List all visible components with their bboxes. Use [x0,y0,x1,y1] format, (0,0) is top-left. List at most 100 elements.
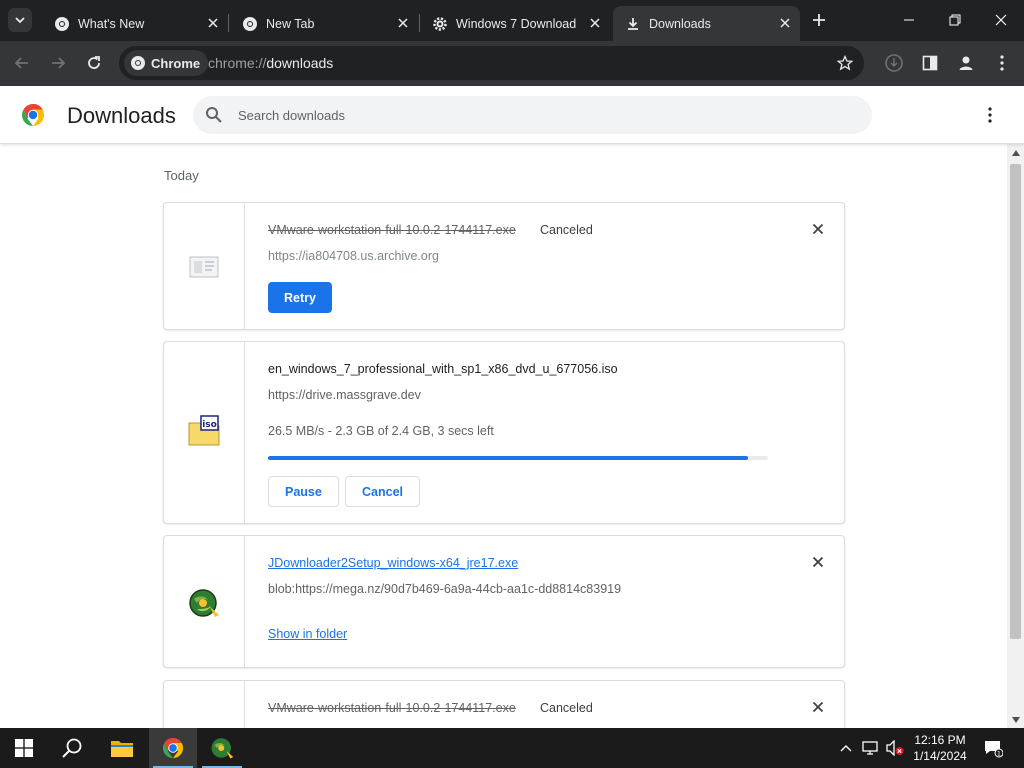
restore-button[interactable] [932,0,978,40]
arrow-left-icon [14,57,28,69]
cancel-button[interactable]: Cancel [345,476,420,507]
file-name: VMware-workstation-full-10.0.2-1744117.e… [268,223,516,237]
page-scrollbar[interactable] [1007,144,1024,728]
bookmark-star-button[interactable] [836,54,854,72]
download-item: iso en_windows_7_professional_with_sp1_x… [163,341,845,524]
side-panel-button[interactable] [919,52,941,74]
search-input[interactable] [238,96,838,134]
new-tab-button[interactable] [808,9,830,31]
url-text[interactable]: chrome://downloads [208,55,333,71]
show-in-folder-link[interactable]: Show in folder [268,627,347,641]
download-item: JDownloader2Setup_windows-x64_jre17.exe … [163,535,845,668]
folder-icon [111,741,133,757]
star-icon [837,55,853,71]
pause-button[interactable]: Pause [268,476,339,507]
file-name-link[interactable]: JDownloader2Setup_windows-x64_jre17.exe [268,556,518,570]
clock-date: 1/14/2024 [913,749,967,763]
tab-new-tab[interactable]: New Tab [230,6,418,41]
browser-menu-button[interactable] [991,52,1013,74]
chevron-down-icon [15,17,25,24]
download-item: VMware-workstation-full-10.0.2-1744117.e… [163,680,845,728]
restore-icon [949,14,961,26]
scroll-up-button[interactable] [1007,144,1024,161]
tab-windows7-download[interactable]: Windows 7 Download [420,6,610,41]
arrow-right-icon [52,57,66,69]
close-tab-icon[interactable] [206,16,220,30]
download-icon [628,17,638,30]
downloads-list: Today VMware-workstation-full-10.0.2-174… [0,144,1007,728]
svg-text:iso: iso [202,420,217,430]
clock-time: 12:16 PM [914,733,966,747]
chrome-logo-icon [22,104,44,126]
close-icon [812,556,824,568]
close-tab-icon[interactable] [588,16,602,30]
site-info-chip[interactable]: Chrome [124,50,209,76]
tab-title: Windows 7 Download [456,16,577,31]
taskbar-chrome-button[interactable] [149,728,197,768]
network-icon [862,741,878,755]
chevron-up-icon [840,745,852,752]
chip-label: Chrome [151,55,201,71]
windows-logo-icon [15,739,33,757]
progress-text: 26.5 MB/s - 2.3 GB of 2.4 GB, 3 secs lef… [268,424,494,438]
reload-button[interactable] [82,51,106,75]
search-icon [62,738,82,758]
tab-search-button[interactable] [8,8,32,32]
chrome-logo-icon [162,737,184,759]
scrollbar-thumb[interactable] [1010,164,1021,639]
tab-whats-new[interactable]: What's New [42,6,228,41]
url-scheme: chrome:// [208,55,267,71]
source-url[interactable]: https://ia804708.us.archive.org [268,249,439,263]
remove-item-button[interactable] [809,698,827,716]
url-path: downloads [266,55,334,71]
back-button[interactable] [10,51,34,75]
file-name[interactable]: en_windows_7_professional_with_sp1_x86_d… [268,362,618,376]
jdownloader-icon [211,738,234,759]
tab-downloads[interactable]: Downloads [613,6,800,41]
close-icon [995,14,1007,26]
download-progress-icon [885,54,903,72]
taskbar-jdownloader-button[interactable] [198,728,246,768]
search-box[interactable] [193,96,872,134]
source-url[interactable]: https://drive.massgrave.dev [268,388,421,402]
notification-icon: 1 [985,741,1003,758]
close-window-button[interactable] [978,0,1024,40]
file-explorer-button[interactable] [98,728,146,768]
system-clock[interactable]: 12:16 PM 1/14/2024 [905,732,975,764]
tab-title: What's New [78,16,145,31]
source-url[interactable]: blob:https://mega.nz/90d7b469-6a9a-44cb-… [268,582,621,596]
close-tab-icon[interactable] [396,16,410,30]
file-name: VMware-workstation-full-10.0.2-1744117.e… [268,701,516,715]
network-status[interactable] [860,728,882,768]
start-button[interactable] [0,728,48,768]
tab-separator [228,14,229,32]
scroll-down-button[interactable] [1007,711,1024,728]
remove-item-button[interactable] [809,220,827,238]
notification-count: 1 [997,750,1001,758]
downloads-menu-button[interactable] [980,105,1000,125]
forward-button[interactable] [46,51,70,75]
close-tab-icon[interactable] [778,16,792,30]
plus-icon [813,14,825,26]
reload-icon [88,56,100,69]
tab-title: Downloads [649,16,711,31]
profile-button[interactable] [955,52,977,74]
minimize-button[interactable] [886,0,932,40]
chrome-icon [131,56,145,70]
generic-file-icon [189,256,219,278]
action-center-button[interactable]: 1 [981,728,1005,768]
close-icon [812,701,824,713]
address-bar[interactable]: Chrome chrome://downloads [119,46,864,80]
windows-taskbar: 12:16 PM 1/14/2024 1 [0,728,1024,768]
show-hidden-icons-button[interactable] [836,728,856,768]
volume-status[interactable] [884,728,906,768]
taskbar-search-button[interactable] [48,728,96,768]
file-icon-column [164,536,245,667]
file-icon-column [164,203,245,329]
side-panel-icon [922,55,938,71]
retry-button[interactable]: Retry [268,282,332,313]
search-icon [206,107,222,123]
remove-item-button[interactable] [809,553,827,571]
downloads-toolbar-button[interactable] [883,52,905,74]
download-status: Canceled [540,701,593,715]
